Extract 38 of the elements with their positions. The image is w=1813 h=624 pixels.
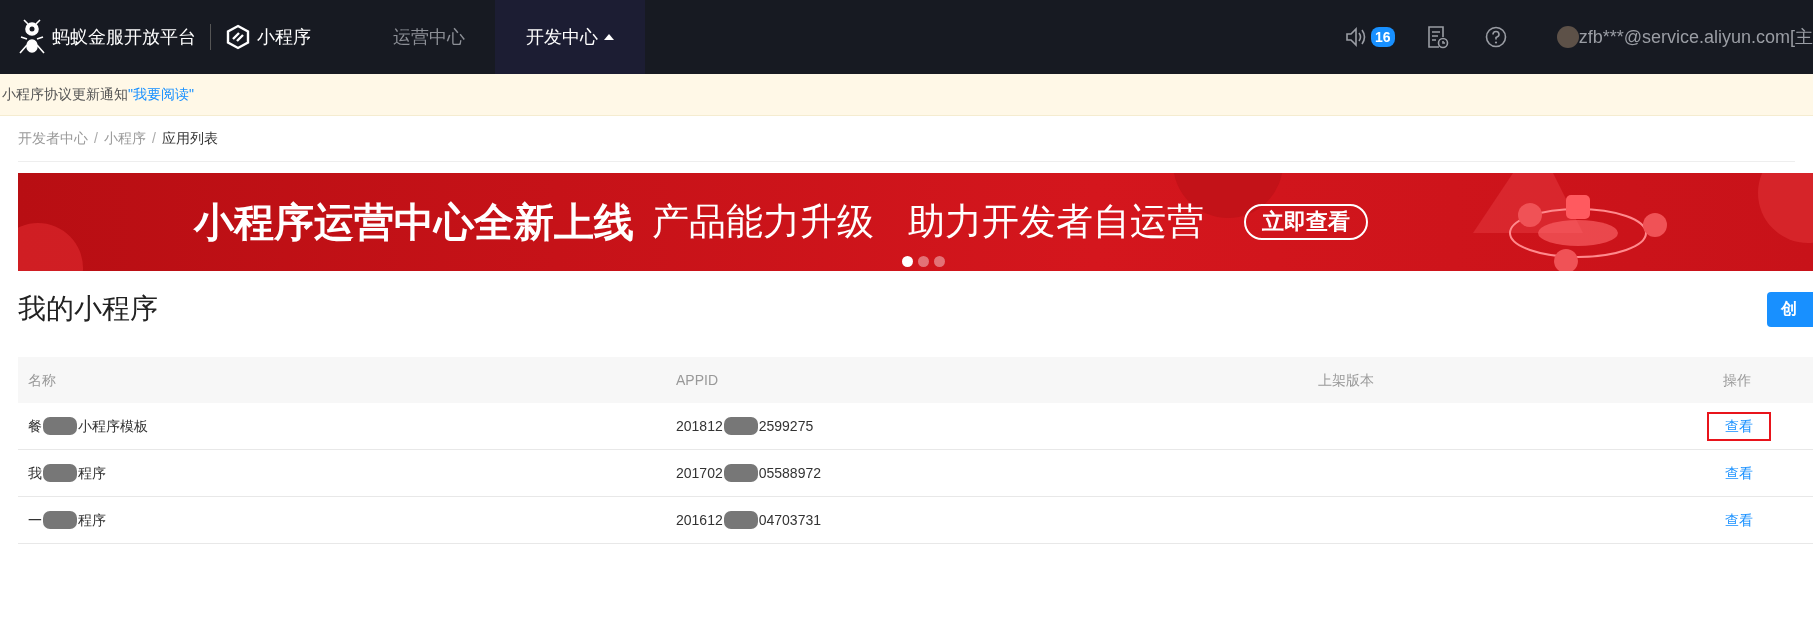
column-header: 名称 xyxy=(27,370,57,390)
nav-tab[interactable]: 开发中心 xyxy=(495,0,645,74)
view-link[interactable]: 查看 xyxy=(1707,411,1771,441)
appid-text: 04703731 xyxy=(758,510,821,530)
banner-subline: 助力开发者自运营 xyxy=(908,200,1204,245)
brand-name: 蚂蚁金服开放平台 xyxy=(52,25,196,49)
breadcrumb-item[interactable]: 小程序 xyxy=(103,128,146,149)
app-name-text: 我 xyxy=(28,463,42,483)
app-name-text: 餐 xyxy=(28,416,42,436)
appid-text: 2599275 xyxy=(758,416,814,436)
banner-subline: 产品能力升级 xyxy=(652,200,874,245)
app-name-text: 一 xyxy=(28,510,42,530)
column-header: 操作 xyxy=(1723,370,1752,390)
app-name-text: 程序 xyxy=(78,463,106,483)
appid-text: 201612 xyxy=(676,510,723,530)
breadcrumb-separator: / xyxy=(94,129,98,148)
appid-text: 201812 xyxy=(676,416,723,436)
column-header: 上架版本 xyxy=(1318,370,1375,390)
banner-headline: 小程序运营中心全新上线 xyxy=(194,199,634,246)
app-name-text: 程序 xyxy=(78,510,106,530)
notification-badge: 16 xyxy=(1371,27,1395,47)
app-name-text: 小程序模板 xyxy=(78,416,148,436)
notice-link[interactable]: "我要阅读" xyxy=(128,84,194,105)
breadcrumb-item: 应用列表 xyxy=(161,129,218,148)
appid-text: 05588972 xyxy=(758,463,821,483)
view-now-button[interactable]: 立即查看 xyxy=(1244,204,1368,240)
product-name: 小程序 xyxy=(257,25,311,49)
page-title: 我的小程序 xyxy=(18,292,158,326)
view-link[interactable]: 查看 xyxy=(1707,458,1771,488)
breadcrumb-separator: / xyxy=(151,129,156,148)
appid-text: 201702 xyxy=(676,463,723,483)
view-link[interactable]: 查看 xyxy=(1707,505,1771,535)
column-header: APPID xyxy=(676,370,719,390)
create-button[interactable]: 创 xyxy=(1767,291,1813,327)
user-account[interactable]: zfb***@service.aliyun.com[主 xyxy=(1578,23,1813,51)
nav-tab[interactable]: 运营中心 xyxy=(362,0,495,74)
breadcrumb-item[interactable]: 开发者中心 xyxy=(18,128,88,149)
notice-text: 小程序协议更新通知 xyxy=(2,85,128,104)
